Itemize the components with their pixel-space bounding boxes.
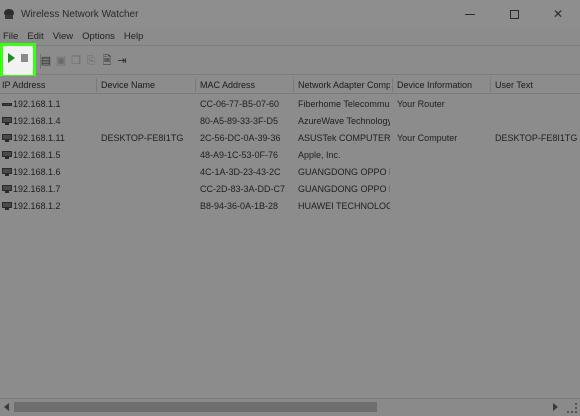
column-header-user-text[interactable]: User Text	[495, 80, 533, 90]
copy-button[interactable]: ❐	[70, 55, 82, 67]
stop-icon	[20, 54, 28, 62]
save-icon: ▣	[55, 55, 67, 67]
menu-options[interactable]: Options	[81, 31, 119, 42]
start-button[interactable]	[6, 52, 16, 64]
table-row[interactable]: 192.168.1.6 4C-1A-3D-23-43-2C GUANGDONG …	[0, 164, 580, 181]
horizontal-scrollbar[interactable]	[0, 398, 580, 416]
table-icon: ▤	[40, 55, 52, 67]
computer-icon	[2, 185, 12, 193]
resize-grip-icon[interactable]	[567, 403, 577, 413]
menu-view[interactable]: View	[52, 31, 77, 42]
cell-adapter-company: ASUSTek COMPUTER INC.	[298, 133, 390, 143]
cell-ip: 192.168.1.11	[13, 133, 65, 143]
menu-edit[interactable]: Edit	[26, 31, 47, 42]
computer-icon	[2, 168, 12, 176]
copy-icon: ❐	[71, 55, 81, 67]
export-icon: ⎘	[86, 55, 96, 67]
scroll-right-icon[interactable]	[553, 403, 558, 411]
table-row[interactable]: 192.168.1.7 CC-2D-83-3A-DD-C7 GUANGDONG …	[0, 181, 580, 198]
table-row[interactable]: 192.168.1.4 80-A5-89-33-3F-D5 AzureWave …	[0, 113, 580, 130]
exit-button[interactable]: ⇥	[116, 55, 128, 67]
scroll-left-icon[interactable]	[4, 403, 9, 411]
cell-adapter-company: HUAWEI TECHNOLOGIE...	[298, 201, 390, 211]
column-header-device-name[interactable]: Device Name	[101, 80, 155, 90]
app-icon[interactable]	[3, 8, 15, 20]
column-divider[interactable]	[392, 78, 393, 92]
computer-icon	[2, 117, 12, 125]
column-divider[interactable]	[293, 78, 294, 92]
cell-adapter-company: GUANGDONG OPPO M...	[298, 167, 390, 177]
cell-mac: 2C-56-DC-0A-39-36	[200, 133, 281, 143]
cell-adapter-company: GUANGDONG OPPO M...	[298, 184, 390, 194]
title-bar: Wireless Network Watcher ✕	[0, 0, 580, 28]
table-button[interactable]: ▤	[40, 55, 52, 67]
cell-ip: 192.168.1.1	[13, 99, 61, 109]
table-row[interactable]: 192.168.1.2 B8-94-36-0A-1B-28 HUAWEI TEC…	[0, 198, 580, 215]
cell-ip: 192.168.1.5	[13, 150, 61, 160]
column-header-device-info[interactable]: Device Information	[397, 80, 472, 90]
minimize-button[interactable]	[448, 0, 492, 28]
cell-mac: 48-A9-1C-53-0F-76	[200, 150, 279, 160]
cell-adapter-company: AzureWave Technology ...	[298, 116, 390, 126]
column-header-mac[interactable]: MAC Address	[200, 80, 255, 90]
cell-mac: B8-94-36-0A-1B-28	[200, 201, 279, 211]
cell-mac: 4C-1A-3D-23-43-2C	[200, 167, 281, 177]
computer-icon	[2, 202, 12, 210]
scroll-thumb[interactable]	[14, 402, 377, 412]
properties-button[interactable]: 🗎	[101, 55, 113, 67]
column-divider[interactable]	[96, 78, 97, 92]
cell-user-text: DESKTOP-FE8I1TG	[495, 133, 578, 143]
menu-file[interactable]: File	[2, 31, 22, 42]
menu-help[interactable]: Help	[123, 31, 148, 42]
exit-icon: ⇥	[117, 55, 127, 67]
computer-icon	[2, 151, 12, 159]
cell-mac: 80-A5-89-33-3F-D5	[200, 116, 279, 126]
minimize-icon	[465, 13, 475, 15]
toolbar: ▤ ▣ ❐ ⎘ 🗎 ⇥	[0, 45, 580, 75]
menu-bar: File Edit View Options Help	[0, 28, 580, 45]
cell-ip: 192.168.1.4	[13, 116, 61, 126]
close-icon: ✕	[552, 7, 564, 21]
table-header: IP Address Device Name MAC Address Netwo…	[0, 76, 580, 94]
cell-mac: CC-06-77-B5-07-60	[200, 99, 280, 109]
table-row[interactable]: 192.168.1.5 48-A9-1C-53-0F-76 Apple, Inc…	[0, 147, 580, 164]
save-button[interactable]: ▣	[55, 55, 67, 67]
device-list: 192.168.1.1 CC-06-77-B5-07-60 Fiberhome …	[0, 96, 580, 215]
stop-button[interactable]	[19, 52, 29, 64]
router-icon	[2, 100, 12, 108]
cell-adapter-company: Fiberhome Telecommu...	[298, 99, 390, 109]
column-header-ip[interactable]: IP Address	[2, 80, 45, 90]
cell-device-info: Your Computer	[397, 133, 458, 143]
window-title: Wireless Network Watcher	[21, 8, 139, 20]
export-button[interactable]: ⎘	[85, 55, 97, 67]
cell-adapter-company: Apple, Inc.	[298, 150, 341, 160]
cell-mac: CC-2D-83-3A-DD-C7	[200, 184, 286, 194]
cell-device-name: DESKTOP-FE8I1TG	[101, 133, 184, 143]
start-scanning-highlight	[0, 43, 36, 78]
table-row[interactable]: 192.168.1.11 DESKTOP-FE8I1TG 2C-56-DC-0A…	[0, 130, 580, 147]
maximize-icon	[509, 9, 519, 19]
cell-device-info: Your Router	[397, 99, 445, 109]
cell-ip: 192.168.1.2	[13, 201, 61, 211]
cell-ip: 192.168.1.7	[13, 184, 61, 194]
cell-ip: 192.168.1.6	[13, 167, 61, 177]
properties-icon: 🗎	[102, 55, 112, 67]
play-icon	[7, 53, 15, 63]
column-divider[interactable]	[490, 78, 491, 92]
close-button[interactable]: ✕	[536, 0, 580, 28]
maximize-button[interactable]	[492, 0, 536, 28]
table-row[interactable]: 192.168.1.1 CC-06-77-B5-07-60 Fiberhome …	[0, 96, 580, 113]
computer-icon	[2, 134, 12, 142]
column-header-adapter-company[interactable]: Network Adapter Comp...	[298, 80, 390, 90]
column-divider[interactable]	[195, 78, 196, 92]
